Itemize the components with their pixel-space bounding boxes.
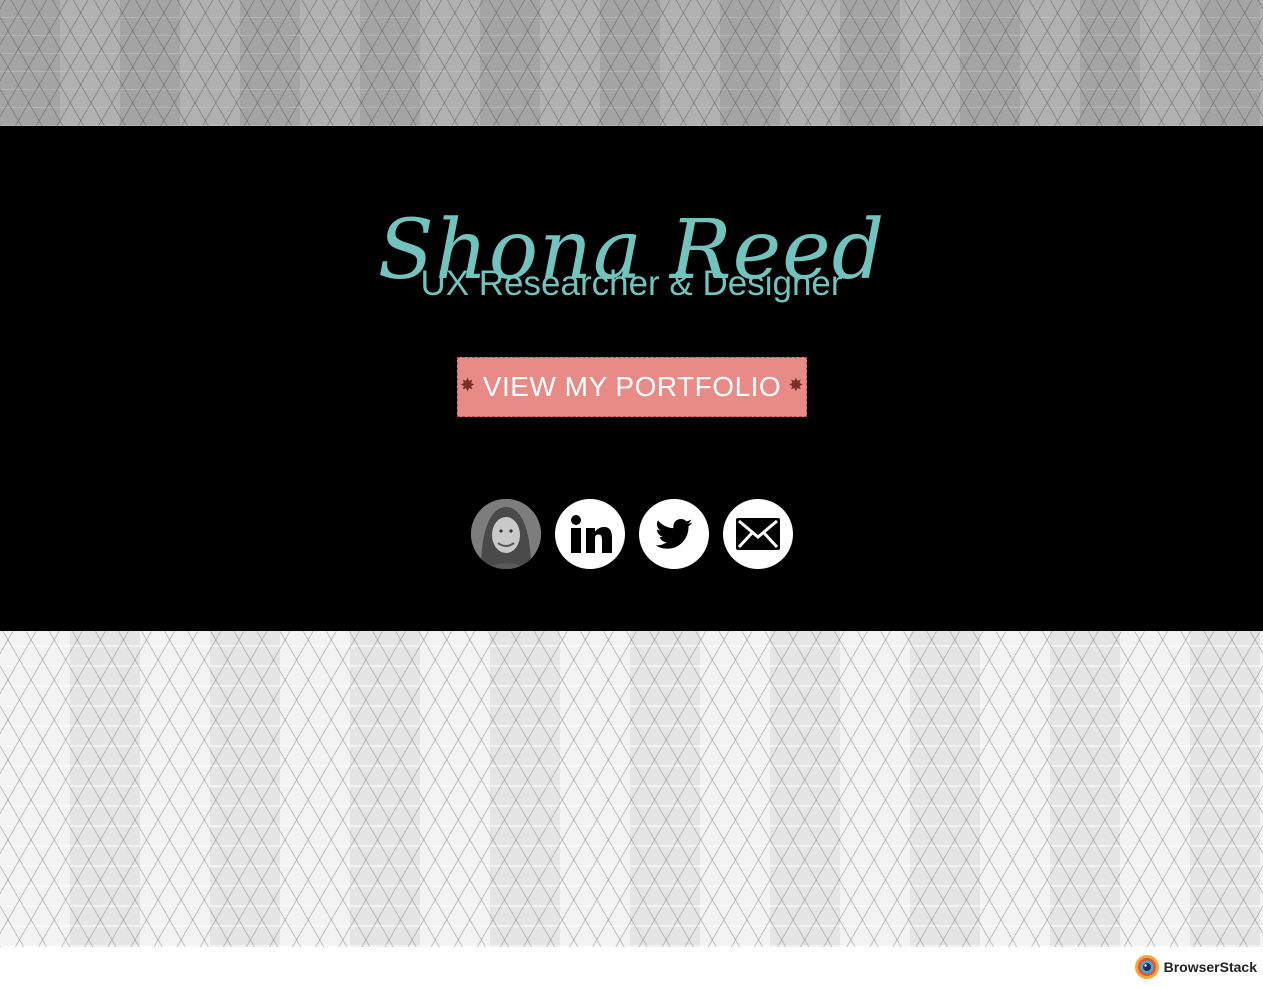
hero-section: Shona Reed UX Researcher & Designer ✸ VI… xyxy=(0,126,1263,631)
view-portfolio-button[interactable]: ✸ VIEW MY PORTFOLIO ✸ xyxy=(457,357,807,417)
twitter-link[interactable] xyxy=(639,499,709,569)
footer-pattern-band xyxy=(0,631,1263,947)
linkedin-icon xyxy=(571,515,612,553)
browserstack-label: BrowserStack xyxy=(1163,959,1257,975)
social-links xyxy=(471,499,793,569)
footer-strip xyxy=(0,947,1263,987)
linkedin-link[interactable] xyxy=(555,499,625,569)
twitter-icon xyxy=(655,519,693,549)
star-icon: ✸ xyxy=(460,375,476,395)
avatar-image xyxy=(471,499,541,569)
avatar[interactable] xyxy=(471,499,541,569)
browserstack-logo: BrowserStack xyxy=(1134,954,1257,980)
star-icon: ✸ xyxy=(788,375,804,395)
mail-icon xyxy=(736,518,780,550)
tagline: UX Researcher & Designer xyxy=(420,264,843,303)
email-link[interactable] xyxy=(723,499,793,569)
view-portfolio-label: VIEW MY PORTFOLIO xyxy=(482,371,782,402)
browserstack-icon xyxy=(1134,955,1159,979)
header-pattern-band xyxy=(0,0,1263,126)
